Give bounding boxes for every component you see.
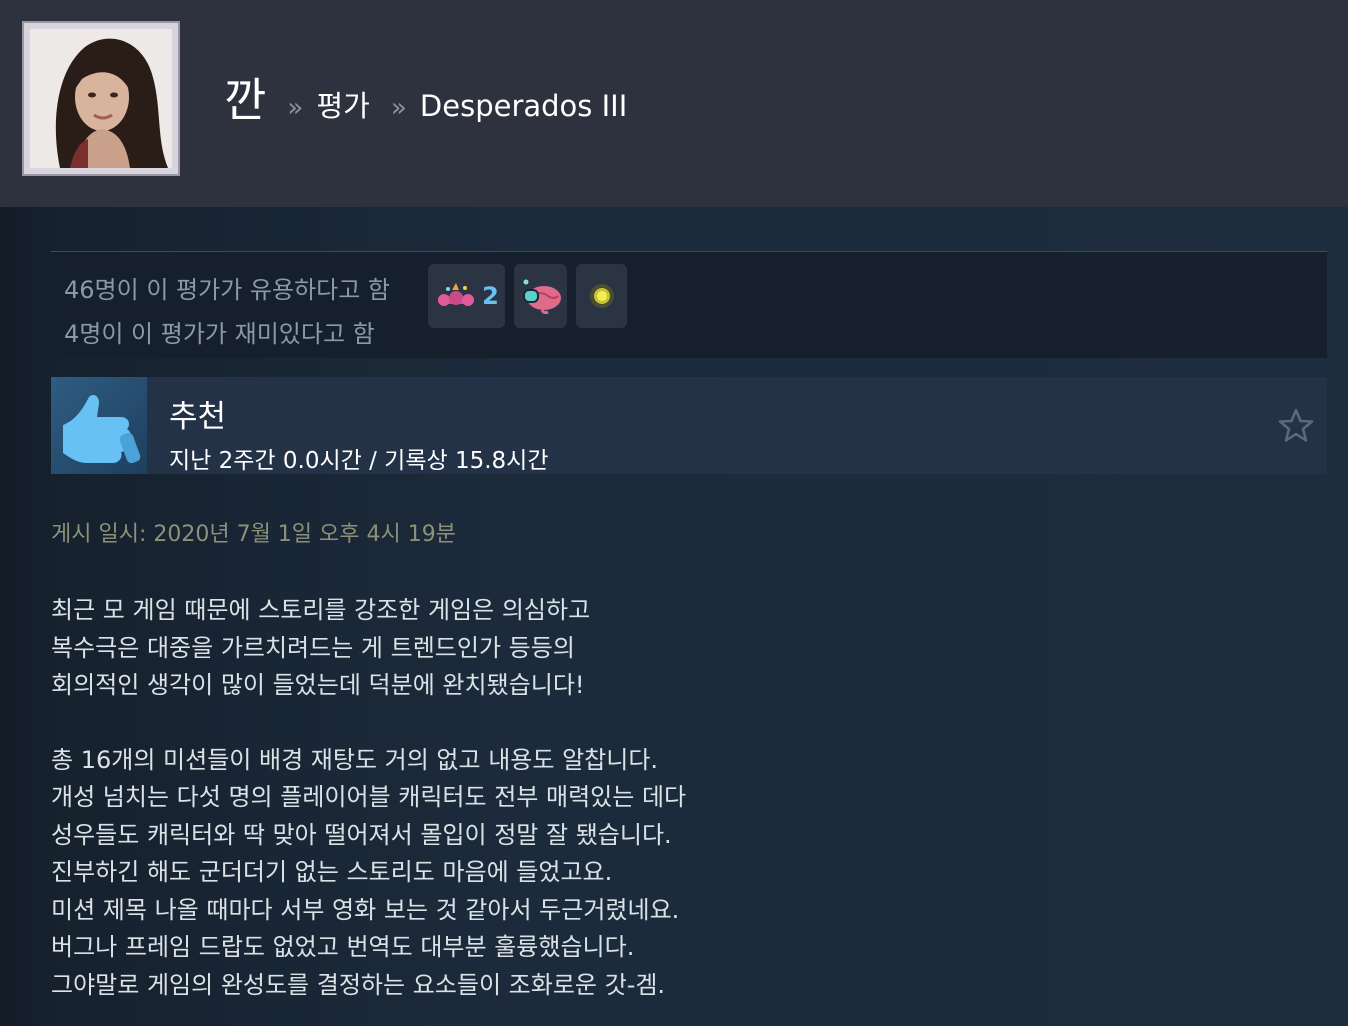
review-line: 성우들도 캐릭터와 딱 맞아 떨어져서 몰입이 정말 잘 됐습니다.: [51, 820, 672, 849]
review-line: 총 16개의 미션들이 배경 재탕도 거의 없고 내용도 알찹니다.: [51, 745, 659, 774]
breadcrumb-separator: »: [390, 93, 407, 123]
review-line: 버그나 프레임 드랍도 없었고 번역도 대부분 훌륭했습니다.: [51, 933, 635, 961]
star-icon[interactable]: [1277, 407, 1315, 445]
review-body: 최근 모 게임 때문에 스토리를 강조한 게임은 의심하고 복수극은 대중을 가…: [51, 592, 1051, 1004]
award-count: 2: [482, 282, 499, 310]
game-link[interactable]: Desperados III: [420, 89, 627, 123]
playtime-text: 지난 2주간 0.0시간 / 기록상 15.8시간: [169, 448, 549, 474]
brain-goggles-award-icon: [522, 279, 561, 314]
recommended-badge: [51, 377, 147, 474]
avatar-image: [30, 29, 172, 168]
award-golden[interactable]: [576, 264, 627, 328]
helpful-count-text: 46명이 이 평가가 유용하다고 함: [64, 276, 391, 304]
review-line: 미션 제목 나올 때마다 서부 영화 보는 것 같아서 두근거렸네요.: [51, 895, 680, 924]
user-name-link[interactable]: 깐: [224, 73, 266, 127]
profile-header: 깐 » 평가 » Desperados III: [0, 0, 1348, 207]
avatar[interactable]: [22, 21, 180, 176]
award-confetti[interactable]: 2: [428, 264, 505, 328]
review-line: 회의적인 생각이 많이 들었는데 덕분에 완치됐습니다!: [51, 671, 585, 699]
funny-count-text: 4명이 이 평가가 재미있다고 함: [64, 320, 375, 348]
confetti-award-icon: [438, 283, 475, 306]
review-line: 진부하긴 해도 군더더기 없는 스토리도 마음에 들었고요.: [51, 858, 613, 886]
review-line: 그야말로 게임의 완성도를 결정하는 요소들이 조화로운 갓-겜.: [51, 970, 666, 999]
breadcrumb: 깐 » 평가 » Desperados III: [224, 64, 627, 130]
award-brain[interactable]: [514, 264, 567, 328]
posted-date: 게시 일시: 2020년 7월 1일 오후 4시 19분: [51, 522, 456, 547]
helpfulness-summary: 46명이 이 평가가 유용하다고 함 4명이 이 평가가 재미있다고 함: [64, 268, 390, 356]
reviews-link[interactable]: 평가: [316, 89, 369, 123]
breadcrumb-separator: »: [287, 93, 304, 123]
golden-dot-award-icon: [589, 284, 614, 308]
review-header: 추천 지난 2주간 0.0시간 / 기록상 15.8시간: [51, 377, 1327, 474]
review-line: 복수극은 대중을 가르치려드는 게 트렌드인가 등등의: [51, 633, 575, 662]
review-line: 최근 모 게임 때문에 스토리를 강조한 게임은 의심하고: [51, 596, 591, 624]
thumbs-up-icon: [63, 395, 141, 464]
review-line: 개성 넘치는 다섯 명의 플레이어블 캐릭터도 전부 매력있는 데다: [51, 783, 687, 811]
review-stats-bar: 46명이 이 평가가 유용하다고 함 4명이 이 평가가 재미있다고 함 2: [51, 251, 1327, 358]
review-verdict: 추천: [169, 399, 227, 435]
